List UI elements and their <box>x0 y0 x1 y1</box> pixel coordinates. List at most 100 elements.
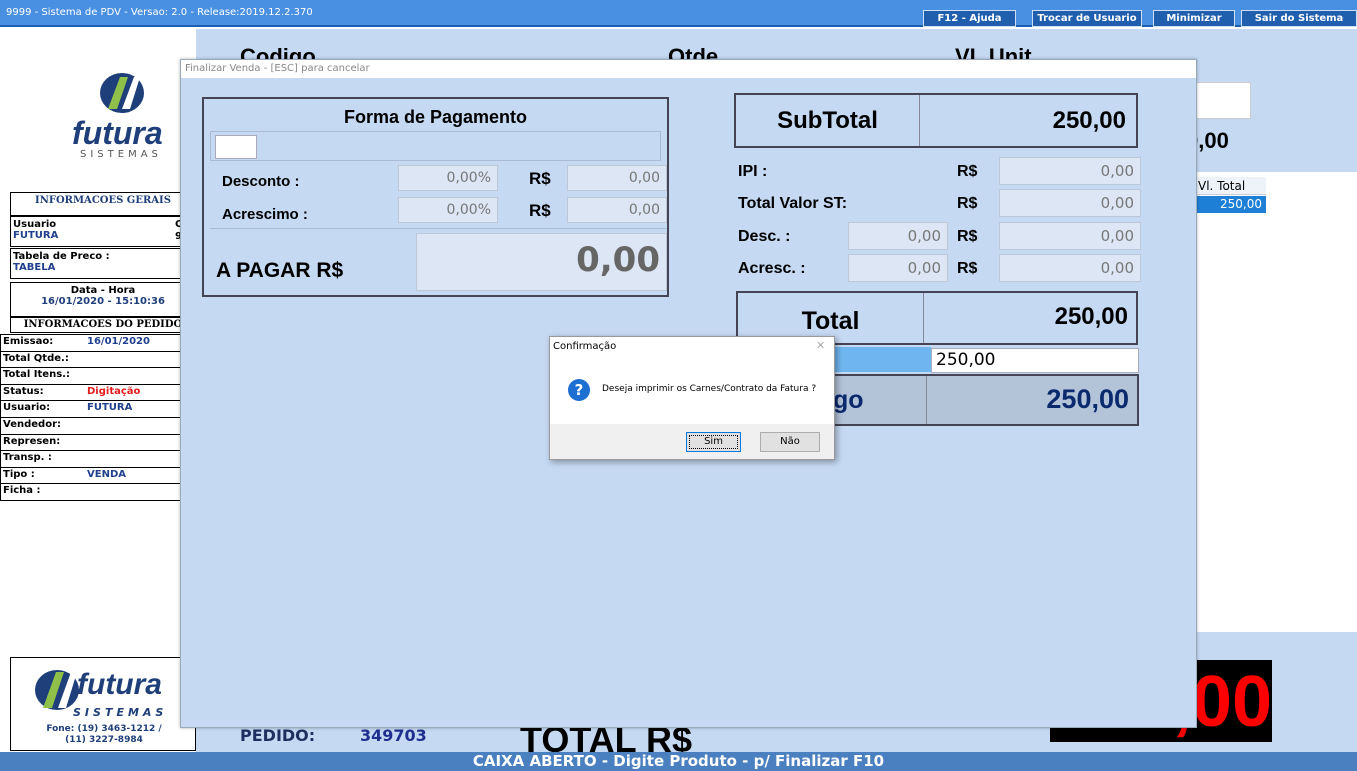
order-info-row: Tipo : VENDA <box>0 466 186 485</box>
st-value: 0,00 <box>999 189 1141 217</box>
order-info-value: FUTURA <box>87 402 133 414</box>
order-info-label: Vendedor: <box>3 419 61 430</box>
confirm-title: Confirmação <box>553 341 617 352</box>
to-pay-label: A PAGAR R$ <box>216 259 344 282</box>
desc-label: Desc. : <box>738 228 791 245</box>
logo-text: futura <box>72 115 163 151</box>
item-row-total[interactable]: 250,00 <box>1196 196 1266 213</box>
order-info-row: Transp. : <box>0 450 186 468</box>
minimize-button[interactable]: Minimizar <box>1153 10 1235 27</box>
title-bar: 9999 - Sistema de PDV - Versao: 2.0 - Re… <box>0 0 1357 27</box>
bottom-logo-subtitle: SISTEMAS <box>73 706 168 719</box>
acresc-value: 0,00 <box>999 254 1141 282</box>
to-pay-value: 0,00 <box>416 233 667 291</box>
no-button[interactable]: Não <box>760 432 820 452</box>
order-info-label: Represen: <box>3 435 61 447</box>
order-info-label: Transp. : <box>3 452 52 464</box>
user-value: FUTURA <box>13 230 59 241</box>
order-info-row: Status: Digitação <box>0 383 186 402</box>
total-value: 250,00 <box>1054 303 1128 330</box>
payment-panel: Forma de Pagamento Desconto : 0,00% R$ 0… <box>202 97 669 297</box>
st-currency: R$ <box>957 195 978 212</box>
subtotal-value: 250,00 <box>1052 107 1126 134</box>
dialog-title: Finalizar Venda - [ESC] para cancelar <box>181 60 1196 78</box>
price-table-label: Tabela de Preco : <box>13 251 110 262</box>
user-info-box: Usuario FUTURA C 9 <box>10 216 196 247</box>
increase-currency: R$ <box>529 201 551 220</box>
discount-percent-field[interactable]: 0,00% <box>398 165 498 191</box>
phone-2: (11) 3227-8984 <box>65 735 143 745</box>
order-info-row: Vendedor: <box>0 417 186 435</box>
desc-value: 0,00 <box>999 222 1141 250</box>
order-info-label: Total Itens.: <box>3 369 70 381</box>
order-info-header: INFORMACOES DO PEDIDO <box>10 317 196 333</box>
ipi-label: IPI : <box>738 163 768 180</box>
ipi-value: 0,00 <box>999 157 1141 185</box>
subtotal-divider <box>919 95 920 146</box>
order-info-label: Emissao: <box>3 336 54 347</box>
order-info-row: Emissao: 16/01/2020 <box>0 334 186 352</box>
close-icon[interactable]: ✕ <box>816 339 825 352</box>
app-title: 9999 - Sistema de PDV - Versao: 2.0 - Re… <box>6 7 313 18</box>
price-table-value: TABELA <box>13 262 56 273</box>
total-divider <box>923 293 924 343</box>
received-value-input[interactable]: 250,00 <box>931 348 1139 373</box>
change-value: 250,00 <box>1046 384 1129 414</box>
confirm-button-bar: Sim Não <box>550 424 834 459</box>
total-label: Total <box>801 307 860 335</box>
order-info-label: Status: <box>3 385 44 397</box>
datetime-label: Data - Hora <box>70 285 136 296</box>
left-panel: futura SISTEMAS INFORMACOES GERAIS Usuar… <box>0 29 196 752</box>
payment-method-input[interactable] <box>215 135 257 159</box>
columns-header-strip <box>196 29 1357 59</box>
discount-currency: R$ <box>529 169 551 188</box>
payment-method-row <box>210 131 661 161</box>
order-info-row: Total Itens.: <box>0 367 186 385</box>
futura-logo-icon <box>90 69 150 117</box>
st-label: Total Valor ST: <box>738 195 848 212</box>
increase-label: Acrescimo : <box>222 206 308 223</box>
pedido-value: 349703 <box>360 726 427 745</box>
order-info-row: Ficha : <box>0 483 186 501</box>
logo-subtitle: SISTEMAS <box>80 149 162 160</box>
increase-value-field[interactable]: 0,00 <box>567 197 667 223</box>
exit-button[interactable]: Sair do Sistema <box>1241 10 1357 27</box>
order-info-value: Digitação <box>87 385 141 397</box>
datetime-box: Data - Hora 16/01/2020 - 15:10:36 <box>10 282 196 317</box>
order-info-row: Total Qtde.: <box>0 350 186 369</box>
pedido-label: PEDIDO: <box>240 726 316 745</box>
help-button[interactable]: F12 - Ajuda <box>923 10 1016 27</box>
discount-value-field[interactable]: 0,00 <box>567 165 667 191</box>
yes-button[interactable]: Sim <box>686 432 741 452</box>
acresc-currency: R$ <box>957 260 978 277</box>
user-label: Usuario <box>13 219 57 230</box>
increase-percent-field[interactable]: 0,00% <box>398 197 498 223</box>
order-info-row: Usuario: FUTURA <box>0 400 186 418</box>
change-divider <box>926 376 927 424</box>
confirmation-dialog: Confirmação ✕ ? Deseja imprimir os Carne… <box>549 336 835 460</box>
order-info-row: Represen: <box>0 433 186 452</box>
question-icon: ? <box>568 379 590 401</box>
acresc-label: Acresc. : <box>738 260 806 277</box>
items-grid <box>1196 172 1357 632</box>
background-input-box <box>1196 82 1251 119</box>
datetime-value: 16/01/2020 - 15:10:36 <box>41 296 165 307</box>
ipi-currency: R$ <box>957 163 978 180</box>
order-info-label: Usuario: <box>3 402 51 414</box>
subtotal-label: SubTotal <box>777 107 878 134</box>
order-info-label: Tipo : <box>3 468 35 480</box>
bottom-logo-box: futura SISTEMAS Fone: (19) 3463-1212 / (… <box>10 657 196 751</box>
order-info-value: VENDA <box>87 468 126 480</box>
price-table-box: Tabela de Preco : TABELA <box>10 248 196 279</box>
desc-percent: 0,00 <box>848 222 948 250</box>
status-bar: CAIXA ABERTO - Digite Produto - p/ Final… <box>0 752 1357 771</box>
order-info-label: Ficha : <box>3 485 41 497</box>
change-label: go <box>833 386 864 414</box>
order-info-value: 16/01/2020 <box>87 336 150 347</box>
desc-currency: R$ <box>957 228 978 245</box>
discount-label: Desconto : <box>222 173 300 190</box>
bottom-logo-text: futura <box>77 668 162 701</box>
switch-user-button[interactable]: Trocar de Usuario <box>1032 10 1142 27</box>
confirm-message: Deseja imprimir os Carnes/Contrato da Fa… <box>602 384 817 394</box>
acresc-percent: 0,00 <box>848 254 948 282</box>
